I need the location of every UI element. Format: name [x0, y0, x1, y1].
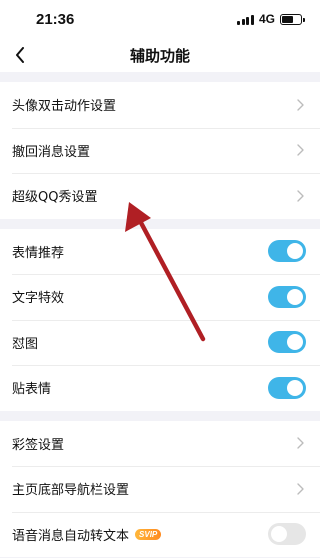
setting-row-voice-to-text: 语音消息自动转文本 SVIP	[0, 511, 320, 558]
status-time: 21:36	[36, 10, 75, 28]
status-bar: 21:36 4G	[0, 0, 320, 38]
settings-group-2: 表情推荐 文字特效 怼图 贴表情	[0, 228, 320, 411]
setting-row-emoji-recommend: 表情推荐	[0, 229, 320, 275]
setting-label: 怼图	[12, 336, 39, 352]
chevron-right-icon	[294, 436, 306, 450]
chevron-right-icon	[294, 482, 306, 496]
page-title: 辅助功能	[129, 46, 190, 65]
section-gap	[0, 218, 320, 229]
network-type: 4G	[258, 12, 275, 26]
battery-icon	[280, 13, 305, 25]
setting-row-sticker: 贴表情	[0, 365, 320, 411]
setting-label: 撤回消息设置	[12, 144, 91, 160]
setting-label: 语音消息自动转文本 SVIP	[12, 525, 162, 544]
setting-row-color-tag[interactable]: 彩签设置	[0, 421, 320, 467]
emoji-recommend-toggle[interactable]	[268, 240, 306, 263]
text-effects-toggle[interactable]	[268, 285, 306, 308]
sticker-toggle[interactable]	[268, 376, 306, 399]
settings-group-1: 头像双击动作设置 撤回消息设置 超级QQ秀设置	[0, 82, 320, 219]
chevron-right-icon	[294, 189, 306, 203]
chevron-right-icon	[294, 98, 306, 112]
setting-label: 彩签设置	[12, 437, 65, 453]
setting-row-text-effects: 文字特效	[0, 274, 320, 320]
setting-label: 头像双击动作设置	[12, 99, 117, 115]
setting-label: 超级QQ秀设置	[12, 190, 98, 206]
reply-image-toggle[interactable]	[268, 331, 306, 354]
navigation-bar: 辅助功能	[0, 38, 320, 72]
status-indicators: 4G	[237, 12, 305, 26]
signal-icon	[237, 14, 254, 25]
voice-to-text-toggle[interactable]	[268, 523, 306, 546]
setting-row-reply-image: 怼图	[0, 319, 320, 366]
chevron-right-icon	[294, 143, 306, 157]
setting-label: 主页底部导航栏设置	[12, 483, 130, 499]
setting-row-recall-message[interactable]: 撤回消息设置	[0, 127, 320, 174]
setting-label: 表情推荐	[12, 245, 65, 261]
section-gap	[0, 72, 320, 82]
setting-row-bottom-nav-bar[interactable]: 主页底部导航栏设置	[0, 466, 320, 512]
voice-to-text-label: 语音消息自动转文本	[12, 528, 130, 544]
section-gap	[0, 410, 320, 421]
setting-row-avatar-double-tap[interactable]: 头像双击动作设置	[0, 82, 320, 128]
svip-badge: SVIP	[135, 528, 162, 540]
setting-label: 文字特效	[12, 291, 65, 307]
back-arrow-icon[interactable]	[10, 45, 30, 65]
setting-row-super-qq-show[interactable]: 超级QQ秀设置	[0, 173, 320, 219]
settings-group-3: 彩签设置 主页底部导航栏设置 语音消息自动转文本 SVIP	[0, 420, 320, 558]
setting-label: 贴表情	[12, 382, 52, 398]
